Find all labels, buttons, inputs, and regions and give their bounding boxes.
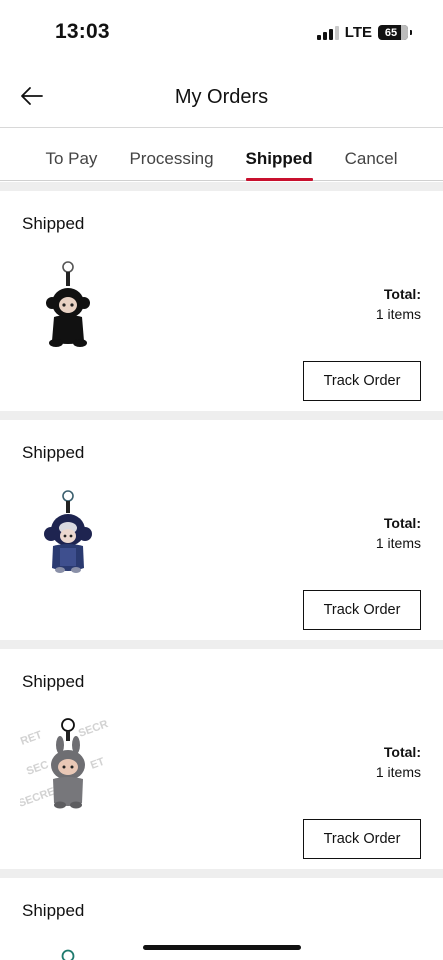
status-time: 13:03 [55,20,110,43]
items-count: 1 items [375,306,421,322]
items-count: 1 items [375,764,421,780]
order-status: Shipped [22,443,85,462]
navy-plush-keychain-image [44,490,92,573]
total-label: Total: [383,744,421,760]
status-indicators: LTE 65 [316,24,412,41]
signal-icon [316,25,339,40]
battery-icon: 65 [378,25,412,40]
header: My Orders [0,66,443,128]
grey-bunny-plush-keychain-image: RET SECR SEC ET SECRET [20,718,110,810]
tab-cancel[interactable]: Cancel [329,129,414,181]
tab-to-pay[interactable]: To Pay [29,129,113,181]
black-plush-keychain-image [46,261,90,347]
tab-shipped[interactable]: Shipped [230,129,329,181]
order-tabs: To Pay Processing Shipped Cancel [0,129,443,181]
track-order-button[interactable]: Track Order [303,590,421,630]
order-status: Shipped [22,901,85,920]
order-status: Shipped [22,214,85,233]
order-card[interactable]: Shipped Total: 1 items Track Order [0,420,443,640]
battery-level: 65 [384,26,398,39]
keychain-ring-icon [61,949,75,960]
section-divider [0,640,443,649]
total-label: Total: [383,286,421,302]
svg-text:SEC: SEC [25,759,50,778]
orders-list: Shipped Total: 1 items Track Order Shipp… [0,182,443,960]
section-divider [0,869,443,878]
total-label: Total: [383,515,421,531]
svg-text:ET: ET [89,756,107,772]
items-count: 1 items [375,535,421,551]
home-indicator [143,945,301,950]
network-type: LTE [344,24,372,41]
svg-text:SECR: SECR [77,718,110,740]
section-divider [0,411,443,420]
svg-text:RET: RET [20,729,44,748]
order-card[interactable]: Shipped Total: 1 items Track Order [0,191,443,411]
track-order-button[interactable]: Track Order [303,819,421,859]
tab-processing[interactable]: Processing [113,129,229,181]
order-status: Shipped [22,672,85,691]
section-divider [0,182,443,191]
status-bar: 13:03 LTE 65 [0,0,443,66]
track-order-button[interactable]: Track Order [303,361,421,401]
order-card[interactable]: Shipped RET SECR SEC ET SECRET Total: 1 … [0,649,443,869]
page-title: My Orders [174,86,269,108]
